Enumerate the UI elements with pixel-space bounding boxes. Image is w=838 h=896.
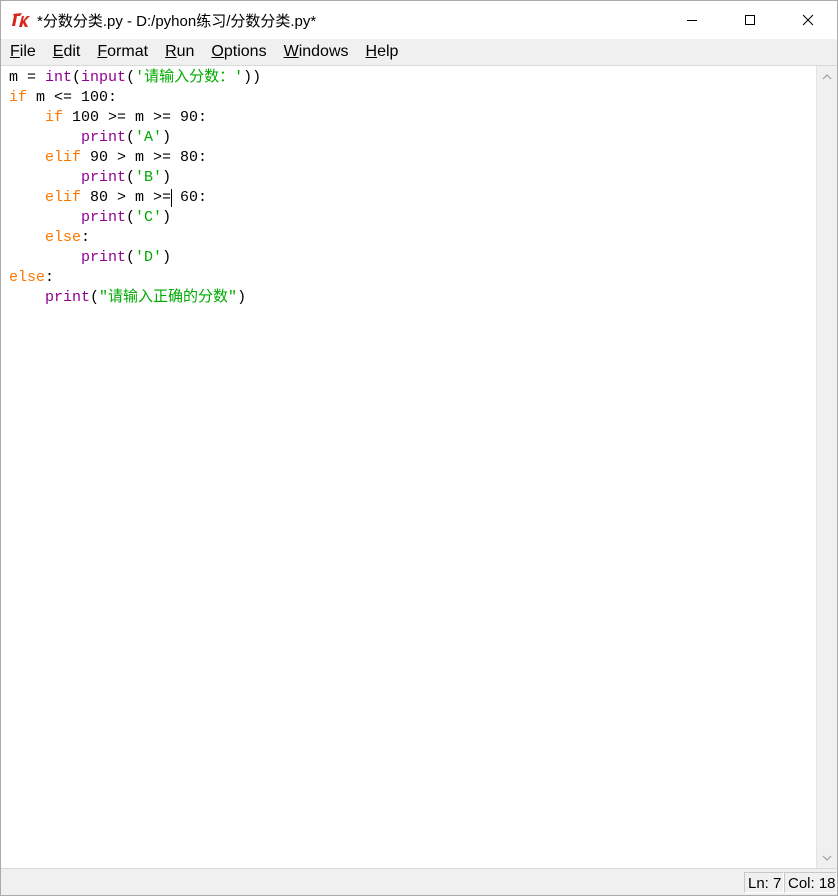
code-token: : [81,229,91,246]
status-line-number: Ln: 7 [744,872,784,893]
code-token: print [81,129,127,146]
code-line: print('B') [9,168,171,188]
code-token: print [81,169,127,186]
code-token: print [81,249,127,266]
code-line: if m <= 100: [9,88,117,108]
code-line: elif 90 > m >= 80: [9,148,207,168]
maximize-button[interactable] [721,1,779,39]
code-token: ( [126,209,136,226]
code-token: 'A' [135,129,163,146]
idle-editor-window: *分数分类.py - D:/pyhon练习/分数分类.py* File Edit… [0,0,838,896]
code-token: ) [162,209,172,226]
code-token: elif [45,189,82,206]
menu-format[interactable]: Format [88,40,156,64]
code-token: int [45,69,73,86]
code-token: "请输入正确的分数" [99,289,238,306]
code-token: )) [243,69,262,86]
scrollbar-track[interactable] [819,86,835,848]
window-title: *分数分类.py - D:/pyhon练习/分数分类.py* [37,12,317,30]
code-token: if [45,109,64,126]
code-token: 90 > m >= 80: [81,149,208,166]
code-token: elif [45,149,82,166]
code-token: 'D' [135,249,163,266]
tk-feather-icon [11,10,33,30]
code-editor[interactable]: m = int(input('请输入分数：')) if m <= 100: if … [1,66,816,868]
minimize-button[interactable] [663,1,721,39]
code-line: if 100 >= m >= 90: [9,108,207,128]
code-token: ( [90,289,100,306]
code-token: m <= 100: [27,89,118,106]
code-token: 100 >= m >= 90: [63,109,208,126]
status-bar: Ln: 7 Col: 18 [1,868,837,895]
code-token: ( [126,69,136,86]
code-line: print('D') [9,248,171,268]
code-line: print("请输入正确的分数") [9,288,246,308]
code-token: ( [72,69,82,86]
close-button[interactable] [779,1,837,39]
code-token: ( [126,169,136,186]
code-token: 80 > m >= 60: [81,189,208,206]
code-token: ) [162,169,172,186]
code-token: ) [162,129,172,146]
menu-run[interactable]: Run [156,40,202,64]
close-icon [802,14,814,26]
code-token: print [81,209,127,226]
code-token: print [45,289,91,306]
code-line: print('A') [9,128,171,148]
vertical-scrollbar[interactable] [816,66,837,868]
minimize-icon [687,20,697,21]
title-bar[interactable]: *分数分类.py - D:/pyhon练习/分数分类.py* [1,1,837,39]
code-line: m = int(input('请输入分数：')) [9,68,261,88]
code-token: if [9,89,28,106]
scroll-up-arrow-icon [822,73,832,79]
code-token: 'B' [135,169,163,186]
code-token: ) [237,289,247,306]
scroll-up-button[interactable] [817,68,837,85]
code-token: 'C' [135,209,163,226]
code-token: '请输入分数：' [135,69,244,86]
code-token: else [9,269,46,286]
maximize-icon [745,15,755,25]
menu-help[interactable]: Help [357,40,407,64]
code-token: : [45,269,55,286]
code-line: print('C') [9,208,171,228]
code-token: ( [126,129,136,146]
scroll-down-arrow-icon [822,855,832,861]
status-column-number: Col: 18 [784,872,837,893]
code-token: ) [162,249,172,266]
code-line: elif 80 > m >= 60: [9,188,207,208]
menu-windows[interactable]: Windows [275,40,357,64]
menu-file[interactable]: File [1,40,44,64]
menu-bar: File Edit Format Run Options Windows Hel… [1,39,837,66]
menu-edit[interactable]: Edit [44,40,89,64]
code-token: else [45,229,82,246]
code-line: else: [9,228,90,248]
menu-options[interactable]: Options [202,40,274,64]
code-token: ( [126,249,136,266]
code-line: else: [9,268,54,288]
scroll-down-button[interactable] [817,849,837,866]
code-token: m = [9,69,46,86]
code-token: input [81,69,127,86]
